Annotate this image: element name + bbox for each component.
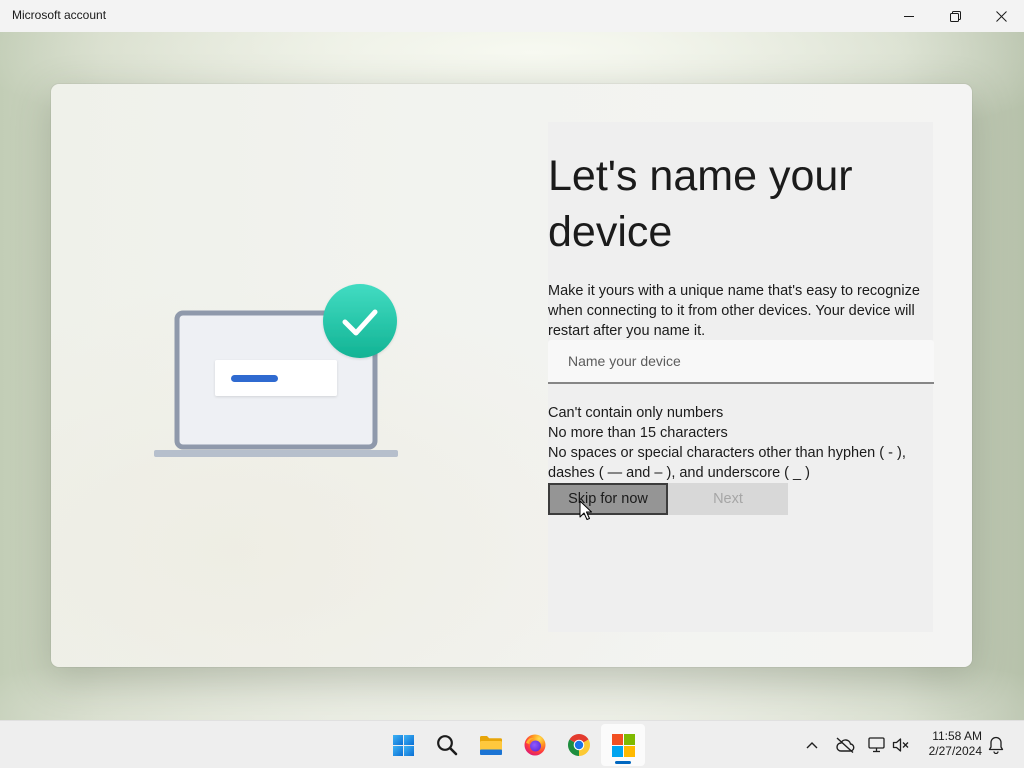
close-button[interactable] bbox=[978, 0, 1024, 32]
taskbar-clock[interactable]: 11:58 AM 2/27/2024 bbox=[914, 729, 982, 759]
device-name-input[interactable] bbox=[548, 340, 934, 384]
file-explorer-icon bbox=[480, 735, 502, 755]
microsoft-logo-icon bbox=[611, 733, 635, 757]
show-hidden-icons-button[interactable] bbox=[800, 725, 824, 765]
onedrive-button[interactable] bbox=[833, 725, 857, 765]
clock-time: 11:58 AM bbox=[932, 729, 982, 743]
laptop-base bbox=[154, 450, 398, 457]
laptop-illustration bbox=[154, 284, 398, 457]
name-card-bar bbox=[231, 375, 278, 382]
window-title: Microsoft account bbox=[12, 8, 107, 22]
title-bar: Microsoft account bbox=[0, 0, 1024, 32]
minimize-button[interactable] bbox=[886, 0, 932, 32]
taskbar: 11:58 AM 2/27/2024 bbox=[0, 720, 1024, 768]
checkmark-circle-icon bbox=[323, 284, 397, 358]
requirement-item: Can't contain only numbers bbox=[548, 405, 724, 421]
network-icon bbox=[868, 737, 885, 753]
search-icon bbox=[437, 735, 458, 756]
notifications-button[interactable] bbox=[984, 725, 1008, 765]
active-app-indicator bbox=[615, 761, 631, 764]
file-explorer-button[interactable] bbox=[471, 724, 511, 766]
requirements-list: Can't contain only numbers No more than … bbox=[548, 403, 934, 483]
start-button[interactable] bbox=[383, 724, 423, 766]
setup-card: Let's name your device Make it yours wit… bbox=[51, 84, 972, 667]
clock-date: 2/27/2024 bbox=[928, 744, 982, 758]
page-description: Make it yours with a unique name that's … bbox=[548, 283, 920, 339]
next-button[interactable]: Next bbox=[668, 483, 788, 515]
chrome-icon bbox=[568, 734, 590, 756]
close-icon bbox=[995, 10, 1007, 22]
firefox-button[interactable] bbox=[515, 724, 555, 766]
cloud-off-icon bbox=[836, 737, 855, 753]
volume-muted-icon bbox=[892, 738, 909, 752]
volume-button[interactable] bbox=[889, 725, 913, 765]
restore-button[interactable] bbox=[932, 0, 978, 32]
windows-start-icon bbox=[392, 734, 414, 756]
minimize-icon bbox=[904, 16, 914, 17]
restore-icon bbox=[949, 10, 961, 22]
requirement-item: No more than 15 characters bbox=[548, 425, 728, 441]
chrome-button[interactable] bbox=[559, 724, 599, 766]
search-button[interactable] bbox=[427, 724, 467, 766]
skip-for-now-button[interactable]: Skip for now bbox=[548, 483, 668, 515]
firefox-icon bbox=[524, 734, 546, 756]
microsoft-account-app-button[interactable] bbox=[601, 724, 645, 766]
requirement-item: No spaces or special characters other th… bbox=[548, 445, 906, 481]
bell-icon bbox=[988, 736, 1004, 754]
arrow-cursor-icon bbox=[579, 500, 592, 520]
setup-content-panel: Let's name your device Make it yours wit… bbox=[548, 122, 934, 632]
page-title: Let's name your device bbox=[548, 152, 853, 256]
chevron-up-icon bbox=[806, 742, 818, 749]
network-button[interactable] bbox=[865, 725, 889, 765]
